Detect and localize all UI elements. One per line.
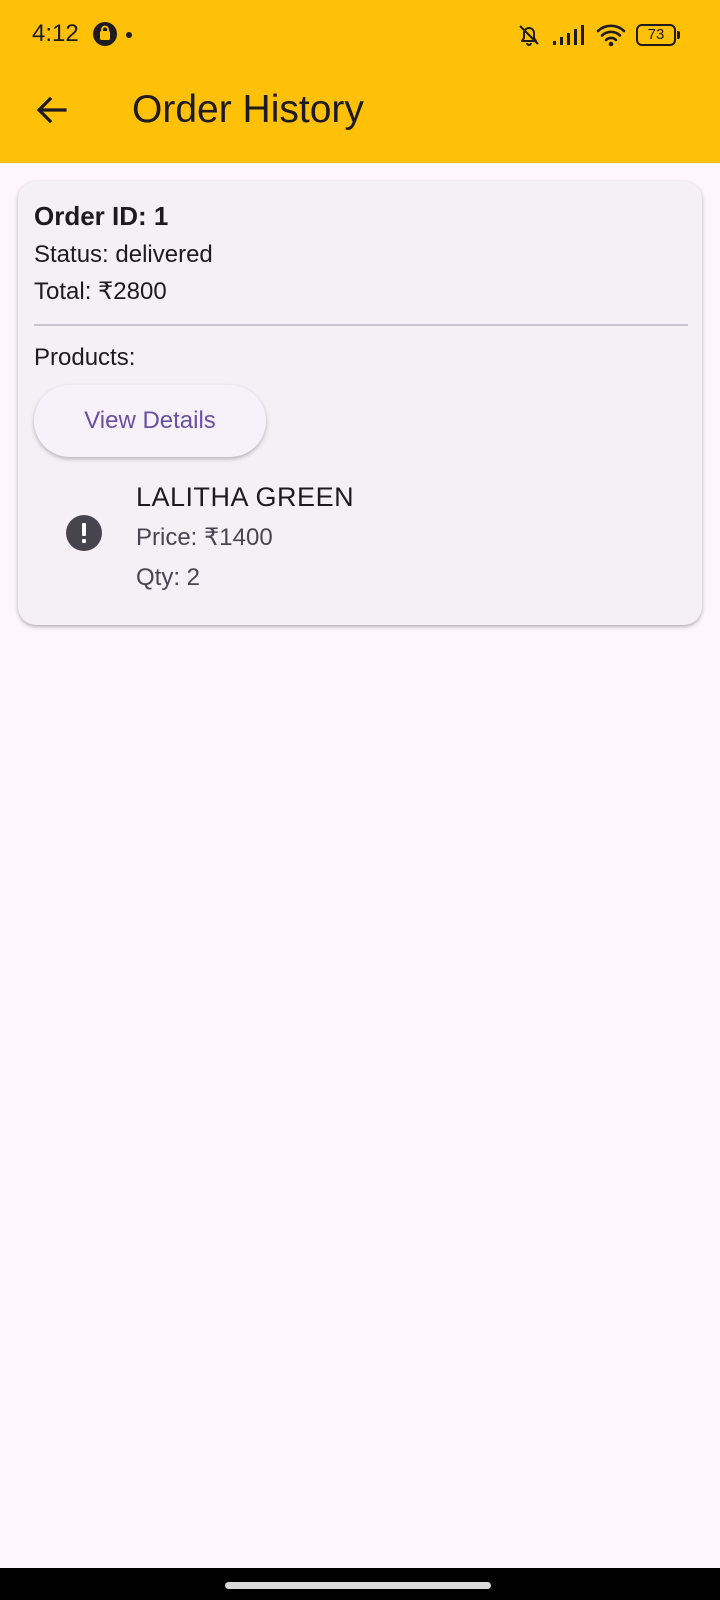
product-qty: Qty: 2 [136, 564, 201, 591]
view-details-button[interactable]: View Details [34, 385, 266, 457]
battery-icon: 73 [636, 24, 680, 46]
status-bar: 4:12 73 [0, 0, 720, 68]
system-nav-bar [0, 1568, 720, 1600]
product-price: Price: ₹1400 [136, 524, 273, 551]
products-label: Products: [34, 344, 136, 371]
error-icon [66, 515, 102, 551]
product-name: LALITHA GREEN [136, 482, 355, 512]
signal-icon [553, 25, 584, 45]
order-total: Total: ₹2800 [34, 278, 167, 305]
product-list-item[interactable]: LALITHA GREEN Price: ₹1400 Qty: 2 [18, 473, 702, 603]
battery-nub [677, 31, 680, 39]
order-status: Status: delivered [34, 241, 213, 268]
notifications-off-icon [519, 25, 539, 46]
arrow-back-icon [36, 96, 67, 124]
back-button[interactable] [28, 86, 76, 134]
card-divider [34, 324, 688, 326]
status-time: 4:12 [32, 20, 79, 47]
status-dot [126, 32, 132, 38]
page-title: Order History [132, 88, 364, 131]
header: 4:12 73 Order History [0, 0, 720, 163]
gesture-handle[interactable] [225, 1582, 491, 1589]
order-card: Order ID: 1 Status: delivered Total: ₹28… [18, 181, 702, 625]
battery-level: 73 [636, 24, 676, 46]
app-bar: Order History [0, 68, 720, 163]
status-icons: 73 [516, 20, 680, 50]
order-id: Order ID: 1 [34, 201, 169, 231]
wifi-icon [596, 24, 626, 47]
shopping-bag-icon [93, 22, 117, 46]
